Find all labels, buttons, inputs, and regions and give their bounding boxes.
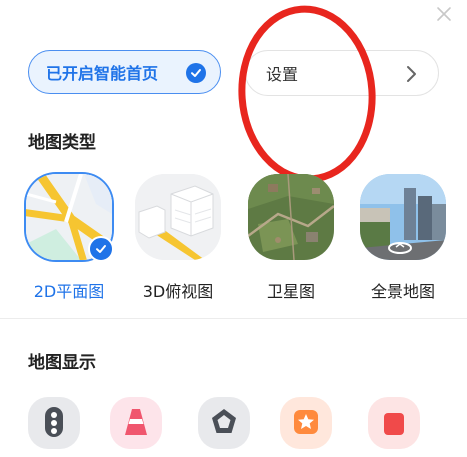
smart-home-toggle[interactable]: 已开启智能首页 (28, 50, 221, 94)
top-row: 已开启智能首页 设置 (28, 50, 439, 96)
close-button[interactable] (435, 6, 453, 24)
map-type-2d[interactable]: 2D平面图 (22, 174, 116, 302)
map-type-3d[interactable]: 3D俯视图 (131, 174, 225, 302)
display-item-favorites[interactable] (280, 397, 332, 449)
selected-check-icon (88, 236, 114, 262)
smart-home-label: 已开启智能首页 (46, 64, 159, 83)
settings-button[interactable]: 设置 (245, 50, 439, 96)
star-icon (294, 410, 318, 434)
chevron-right-icon (407, 66, 416, 82)
map-type-list: 2D平面图 3D俯视图 卫星图 全景地图 (22, 174, 462, 304)
display-item-area[interactable] (198, 397, 250, 449)
annotation-circle (238, 5, 376, 183)
display-item-marker[interactable] (368, 397, 420, 449)
map-display-list (28, 397, 467, 457)
display-item-traffic[interactable] (28, 397, 80, 449)
map-type-panorama[interactable]: 全景地图 (356, 174, 450, 302)
section-divider (0, 318, 467, 319)
check-icon (186, 63, 206, 83)
display-item-construction[interactable] (110, 397, 162, 449)
map-type-satellite[interactable]: 卫星图 (244, 174, 338, 302)
traffic-light-icon (45, 407, 63, 437)
map-type-title: 地图类型 (28, 133, 96, 153)
map-type-panorama-thumbnail (360, 174, 446, 260)
traffic-cone-icon (125, 409, 147, 435)
pentagon-icon (212, 409, 236, 433)
map-type-3d-label: 3D俯视图 (142, 282, 214, 301)
close-icon (437, 7, 451, 21)
map-type-panorama-label: 全景地图 (370, 282, 435, 301)
map-display-title: 地图显示 (28, 353, 96, 373)
marker-icon (384, 413, 404, 435)
settings-label: 设置 (266, 65, 299, 84)
map-type-satellite-label: 卫星图 (266, 282, 315, 301)
map-type-satellite-thumbnail (248, 174, 334, 260)
map-type-3d-thumbnail (135, 174, 221, 260)
map-type-2d-label: 2D平面图 (33, 282, 105, 301)
